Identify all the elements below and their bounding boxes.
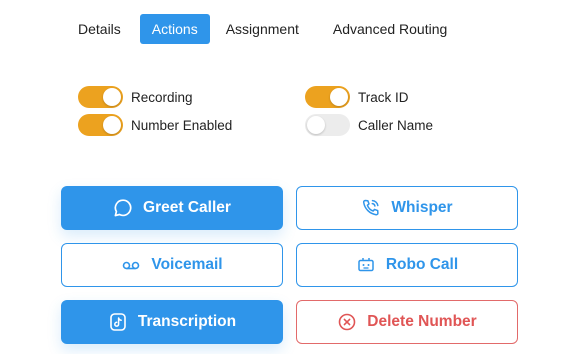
tab-advanced-routing[interactable]: Advanced Routing — [321, 14, 459, 44]
robot-icon — [356, 255, 376, 275]
delete-number-button[interactable]: Delete Number — [296, 300, 518, 344]
phone-wave-icon — [361, 198, 381, 218]
toggle-knob — [330, 88, 348, 106]
toggle-row-number-enabled: Number Enabled — [78, 114, 232, 136]
number-enabled-label: Number Enabled — [131, 117, 233, 133]
voicemail-label: Voicemail — [151, 256, 223, 273]
robo-call-button[interactable]: Robo Call — [296, 243, 518, 287]
toggle-knob — [103, 116, 121, 134]
tab-actions[interactable]: Actions — [139, 14, 210, 44]
toggle-knob — [307, 116, 325, 134]
robo-call-label: Robo Call — [385, 256, 459, 273]
voicemail-icon — [121, 255, 141, 275]
voicemail-button[interactable]: Voicemail — [61, 243, 283, 287]
recording-label: Recording — [131, 89, 193, 105]
toggle-knob — [103, 88, 121, 106]
delete-number-label: Delete Number — [367, 313, 477, 330]
number-enabled-toggle[interactable] — [78, 114, 123, 136]
tab-bar: Details Actions Assignment Advanced Rout… — [66, 14, 460, 44]
tiktok-icon — [108, 312, 128, 332]
whisper-button[interactable]: Whisper — [296, 186, 518, 230]
greet-caller-label: Greet Caller — [143, 199, 231, 216]
tab-details[interactable]: Details — [66, 14, 133, 44]
transcription-button[interactable]: Transcription — [61, 300, 283, 344]
caller-name-toggle[interactable] — [305, 114, 350, 136]
toggle-group: Recording Number Enabled Track ID Caller… — [78, 86, 478, 146]
greet-caller-button[interactable]: Greet Caller — [61, 186, 283, 230]
recording-toggle[interactable] — [78, 86, 123, 108]
track-id-toggle[interactable] — [305, 86, 350, 108]
whisper-label: Whisper — [391, 199, 453, 216]
toggle-row-recording: Recording — [78, 86, 193, 108]
tab-assignment[interactable]: Assignment — [214, 14, 311, 44]
transcription-label: Transcription — [137, 313, 237, 330]
caller-name-label: Caller Name — [358, 117, 434, 133]
close-circle-icon — [337, 312, 357, 332]
track-id-label: Track ID — [358, 89, 409, 105]
toggle-row-caller-name: Caller Name — [305, 114, 433, 136]
chat-bubble-icon — [113, 198, 133, 218]
toggle-row-track-id: Track ID — [305, 86, 409, 108]
